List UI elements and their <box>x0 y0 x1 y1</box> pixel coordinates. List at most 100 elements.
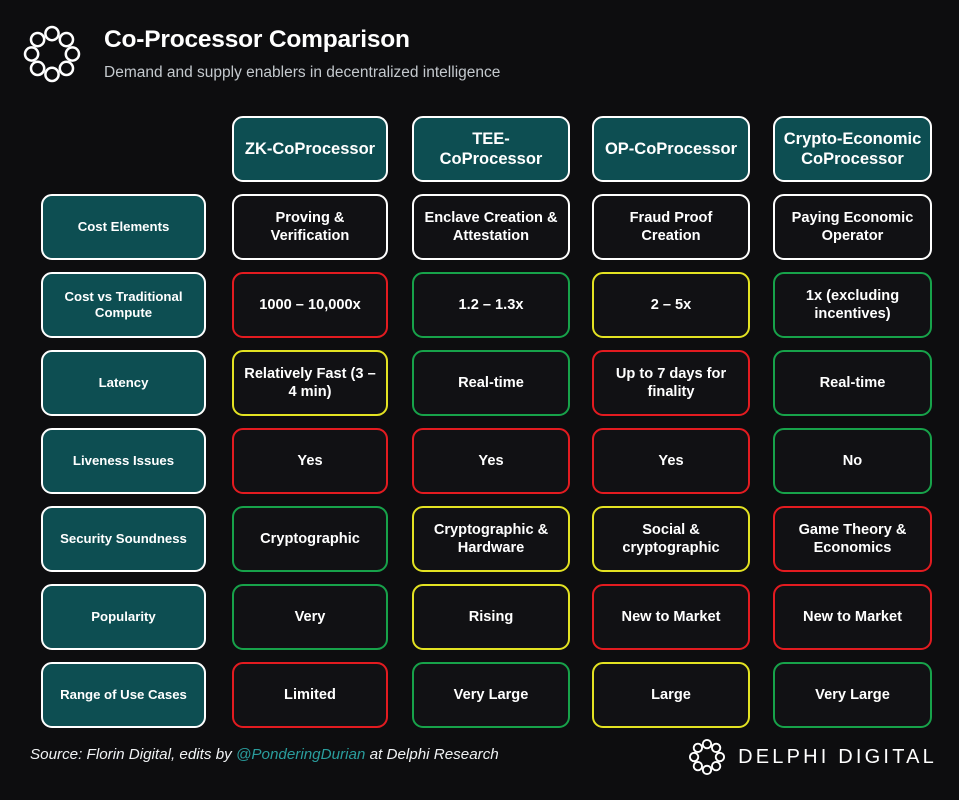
column-header-label: Crypto-Economic CoProcessor <box>782 129 923 170</box>
matrix-header-row: ZK-CoProcessor TEE-CoProcessor OP-CoProc… <box>0 112 959 190</box>
matrix-cell: Very Large <box>773 662 932 728</box>
column-header-op: OP-CoProcessor <box>592 116 750 182</box>
row-label-text: Range of Use Cases <box>50 687 197 703</box>
source-handle-link[interactable]: @PonderingDurian <box>236 746 365 763</box>
row-label-text: Popularity <box>50 609 197 625</box>
table-row: Cost vs Traditional Compute 1000 – 10,00… <box>0 268 959 346</box>
column-header-label: TEE-CoProcessor <box>421 129 561 170</box>
matrix-cell: New to Market <box>592 584 750 650</box>
matrix-cell: Social & cryptographic <box>592 506 750 572</box>
matrix-cell-text: Very <box>241 608 379 626</box>
row-label-range-of-use-cases: Range of Use Cases <box>41 662 206 728</box>
matrix-cell: Real-time <box>412 350 570 416</box>
matrix-cell: Fraud Proof Creation <box>592 194 750 260</box>
page-subtitle: Demand and supply enablers in decentrali… <box>104 64 500 81</box>
matrix-cell-text: Cryptographic <box>241 530 379 548</box>
matrix-cell-text: Yes <box>241 452 379 470</box>
matrix-cell-text: Game Theory & Economics <box>782 521 923 557</box>
matrix-cell-text: Social & cryptographic <box>601 521 741 557</box>
page-title: Co-Processor Comparison <box>104 27 500 54</box>
matrix-cell: 1x (excluding incentives) <box>773 272 932 338</box>
matrix-cell: Paying Economic Operator <box>773 194 932 260</box>
matrix-cell-text: Cryptographic & Hardware <box>421 521 561 557</box>
table-row: Latency Relatively Fast (3 – 4 min) Real… <box>0 346 959 424</box>
delphi-ring-logo-icon <box>688 738 726 776</box>
matrix-cell: No <box>773 428 932 494</box>
matrix-cell-text: 1000 – 10,000x <box>241 296 379 314</box>
matrix-cell: Game Theory & Economics <box>773 506 932 572</box>
matrix-cell-text: Proving & Verification <box>241 209 379 245</box>
matrix-cell-text: No <box>782 452 923 470</box>
row-label-text: Liveness Issues <box>50 453 197 469</box>
matrix-cell: Very Large <box>412 662 570 728</box>
matrix-cell: Large <box>592 662 750 728</box>
matrix-cell: Cryptographic <box>232 506 388 572</box>
matrix-cell: Yes <box>592 428 750 494</box>
matrix-cell: New to Market <box>773 584 932 650</box>
column-header-zk: ZK-CoProcessor <box>232 116 388 182</box>
column-header-tee: TEE-CoProcessor <box>412 116 570 182</box>
source-prefix: Source: Florin Digital, edits by <box>30 746 236 763</box>
table-row: Cost Elements Proving & Verification Enc… <box>0 190 959 268</box>
matrix-cell: Yes <box>412 428 570 494</box>
matrix-cell-text: Rising <box>421 608 561 626</box>
matrix-cell-text: Paying Economic Operator <box>782 209 923 245</box>
matrix-cell: 2 – 5x <box>592 272 750 338</box>
matrix-cell-text: New to Market <box>601 608 741 626</box>
page-footer: Source: Florin Digital, edits by @Ponder… <box>0 728 959 800</box>
matrix-cell: Cryptographic & Hardware <box>412 506 570 572</box>
matrix-cell: 1.2 – 1.3x <box>412 272 570 338</box>
matrix-cell-text: 1x (excluding incentives) <box>782 287 923 323</box>
page-header: Co-Processor Comparison Demand and suppl… <box>0 0 959 110</box>
matrix-cell-text: Real-time <box>421 374 561 392</box>
row-label-text: Latency <box>50 375 197 391</box>
row-label-popularity: Popularity <box>41 584 206 650</box>
matrix-cell-text: 1.2 – 1.3x <box>421 296 561 314</box>
source-suffix: at Delphi Research <box>365 746 498 763</box>
matrix-cell: Limited <box>232 662 388 728</box>
table-row: Popularity Very Rising New to Market New… <box>0 580 959 658</box>
matrix-cell: Yes <box>232 428 388 494</box>
row-label-security-soundness: Security Soundness <box>41 506 206 572</box>
matrix-cell-text: 2 – 5x <box>601 296 741 314</box>
matrix-cell-text: Large <box>601 686 741 704</box>
column-header-crypto-economic: Crypto-Economic CoProcessor <box>773 116 932 182</box>
matrix-cell: Very <box>232 584 388 650</box>
matrix-cell-text: Enclave Creation & Attestation <box>421 209 561 245</box>
delphi-wordmark: DELPHI DIGITAL <box>738 746 937 769</box>
comparison-matrix: ZK-CoProcessor TEE-CoProcessor OP-CoProc… <box>0 112 959 736</box>
column-header-label: OP-CoProcessor <box>601 139 741 159</box>
matrix-cell: Proving & Verification <box>232 194 388 260</box>
delphi-ring-logo-icon <box>22 24 82 84</box>
matrix-cell-text: Yes <box>421 452 561 470</box>
matrix-cell: Enclave Creation & Attestation <box>412 194 570 260</box>
matrix-cell: 1000 – 10,000x <box>232 272 388 338</box>
matrix-cell-text: New to Market <box>782 608 923 626</box>
table-row: Range of Use Cases Limited Very Large La… <box>0 658 959 736</box>
source-attribution: Source: Florin Digital, edits by @Ponder… <box>30 746 499 763</box>
matrix-cell-text: Very Large <box>782 686 923 704</box>
matrix-cell-text: Relatively Fast (3 – 4 min) <box>241 365 379 401</box>
delphi-digital-logo: DELPHI DIGITAL <box>688 738 937 776</box>
matrix-cell-text: Yes <box>601 452 741 470</box>
row-label-latency: Latency <box>41 350 206 416</box>
matrix-cell-text: Up to 7 days for finality <box>601 365 741 401</box>
matrix-cell: Real-time <box>773 350 932 416</box>
row-label-liveness-issues: Liveness Issues <box>41 428 206 494</box>
matrix-cell-text: Fraud Proof Creation <box>601 209 741 245</box>
matrix-cell-text: Very Large <box>421 686 561 704</box>
column-header-label: ZK-CoProcessor <box>241 139 379 159</box>
matrix-cell: Up to 7 days for finality <box>592 350 750 416</box>
row-label-cost-vs-traditional-compute: Cost vs Traditional Compute <box>41 272 206 338</box>
matrix-cell-text: Real-time <box>782 374 923 392</box>
row-label-text: Cost vs Traditional Compute <box>50 289 197 322</box>
matrix-cell-text: Limited <box>241 686 379 704</box>
title-block: Co-Processor Comparison Demand and suppl… <box>104 27 500 81</box>
row-label-text: Cost Elements <box>50 219 197 235</box>
row-label-cost-elements: Cost Elements <box>41 194 206 260</box>
matrix-cell: Relatively Fast (3 – 4 min) <box>232 350 388 416</box>
row-label-text: Security Soundness <box>50 531 197 547</box>
matrix-cell: Rising <box>412 584 570 650</box>
table-row: Liveness Issues Yes Yes Yes No <box>0 424 959 502</box>
table-row: Security Soundness Cryptographic Cryptog… <box>0 502 959 580</box>
